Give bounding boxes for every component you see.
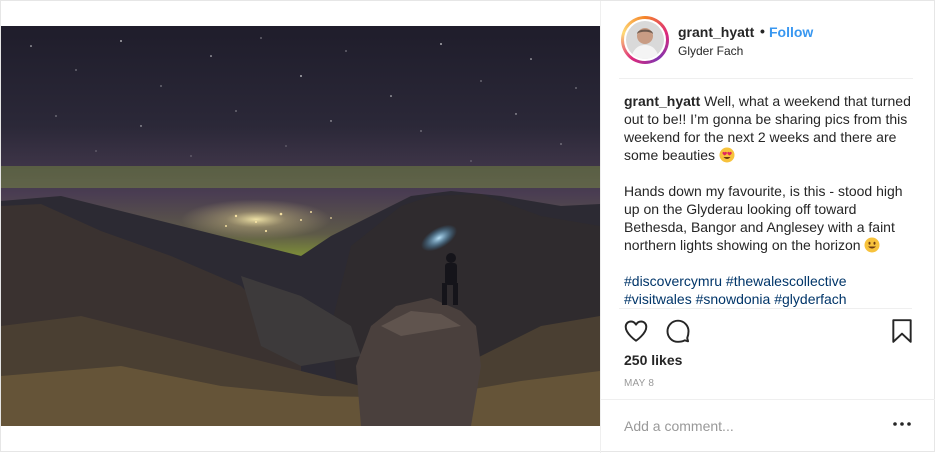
hashtag-link[interactable]: #visitwales [624, 291, 692, 307]
heart-icon [624, 320, 648, 342]
comment-input[interactable] [624, 417, 874, 435]
actions-divider [619, 308, 912, 309]
follow-button[interactable]: Follow [769, 24, 813, 40]
comment-divider [601, 399, 935, 400]
post-date[interactable]: MAY 8 [624, 378, 654, 389]
header-divider [619, 78, 913, 79]
comment-button[interactable] [665, 318, 691, 344]
bookmark-icon [892, 319, 912, 343]
story-ring[interactable] [621, 16, 669, 64]
hashtag-link[interactable]: #thewalescollective [726, 273, 847, 289]
heart-eyes-emoji-icon [719, 147, 735, 163]
hashtag-link[interactable]: #discovercymru [624, 273, 722, 289]
post-header: grant_hyatt • Follow Glyder Fach [601, 1, 935, 79]
like-button[interactable] [623, 318, 649, 344]
night-sky-mountain-photo [1, 26, 600, 426]
profile-photo [626, 21, 664, 59]
username-link[interactable]: grant_hyatt [678, 24, 754, 40]
instagram-post: grant_hyatt • Follow Glyder Fach grant_h… [0, 0, 935, 453]
hashtag-list: #discovercymru #thewalescollective #visi… [624, 272, 916, 308]
post-caption: grant_hyatt Well, what a weekend that tu… [624, 92, 916, 308]
save-button[interactable] [890, 318, 916, 344]
separator-dot: • [760, 23, 765, 39]
post-photo[interactable] [1, 26, 600, 426]
hashtag-link[interactable]: #glyderfach [774, 291, 846, 307]
more-options-button[interactable] [891, 414, 913, 434]
location-link[interactable]: Glyder Fach [678, 44, 743, 58]
more-options-icon [893, 422, 911, 426]
smiley-emoji-icon [864, 237, 880, 253]
speech-bubble-icon [666, 319, 690, 343]
post-side-panel: grant_hyatt • Follow Glyder Fach grant_h… [600, 1, 935, 453]
caption-paragraph-1: grant_hyatt Well, what a weekend that tu… [624, 92, 916, 164]
caption-username-link[interactable]: grant_hyatt [624, 93, 700, 109]
hashtag-link[interactable]: #snowdonia [696, 291, 771, 307]
caption-paragraph-2: Hands down my favourite, is this - stood… [624, 182, 916, 254]
likes-count[interactable]: 250 likes [624, 352, 682, 368]
avatar[interactable] [624, 19, 666, 61]
caption-text-2: Hands down my favourite, is this - stood… [624, 183, 903, 253]
